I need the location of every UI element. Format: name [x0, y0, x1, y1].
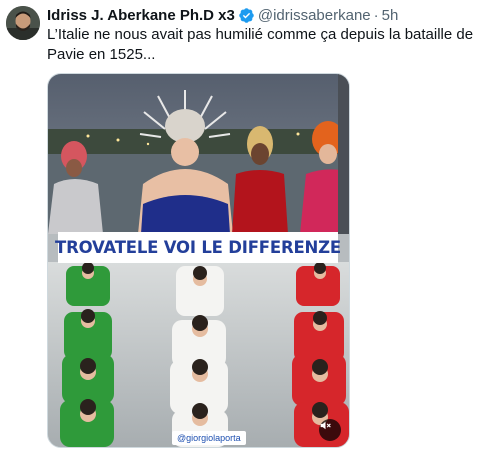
tweet-video[interactable]: TROVATELE VOI LE DIFFERENZE @giorgiolapo… — [47, 73, 350, 448]
mute-button[interactable] — [319, 419, 341, 441]
tweet: Idriss J. Aberkane Ph.D x3 @idrissaberka… — [0, 0, 500, 453]
separator-dot: · — [373, 6, 379, 24]
author-handle[interactable]: @idrissaberkane — [258, 7, 371, 24]
tweet-header: Idriss J. Aberkane Ph.D x3 @idrissaberka… — [47, 5, 398, 25]
verified-badge-icon — [239, 7, 254, 23]
tweet-text: L’Italie ne nous avait pas humilié comme… — [47, 26, 474, 63]
speaker-muted-icon — [320, 421, 331, 430]
timestamp[interactable]: 5h — [382, 7, 399, 24]
video-caption-banner: TROVATELE VOI LE DIFFERENZE — [55, 232, 341, 263]
avatar[interactable] — [6, 6, 40, 40]
avatar-image — [6, 6, 40, 40]
video-credit-tag: @giorgiolaporta — [172, 431, 246, 445]
author-name[interactable]: Idriss J. Aberkane Ph.D x3 — [47, 7, 235, 24]
